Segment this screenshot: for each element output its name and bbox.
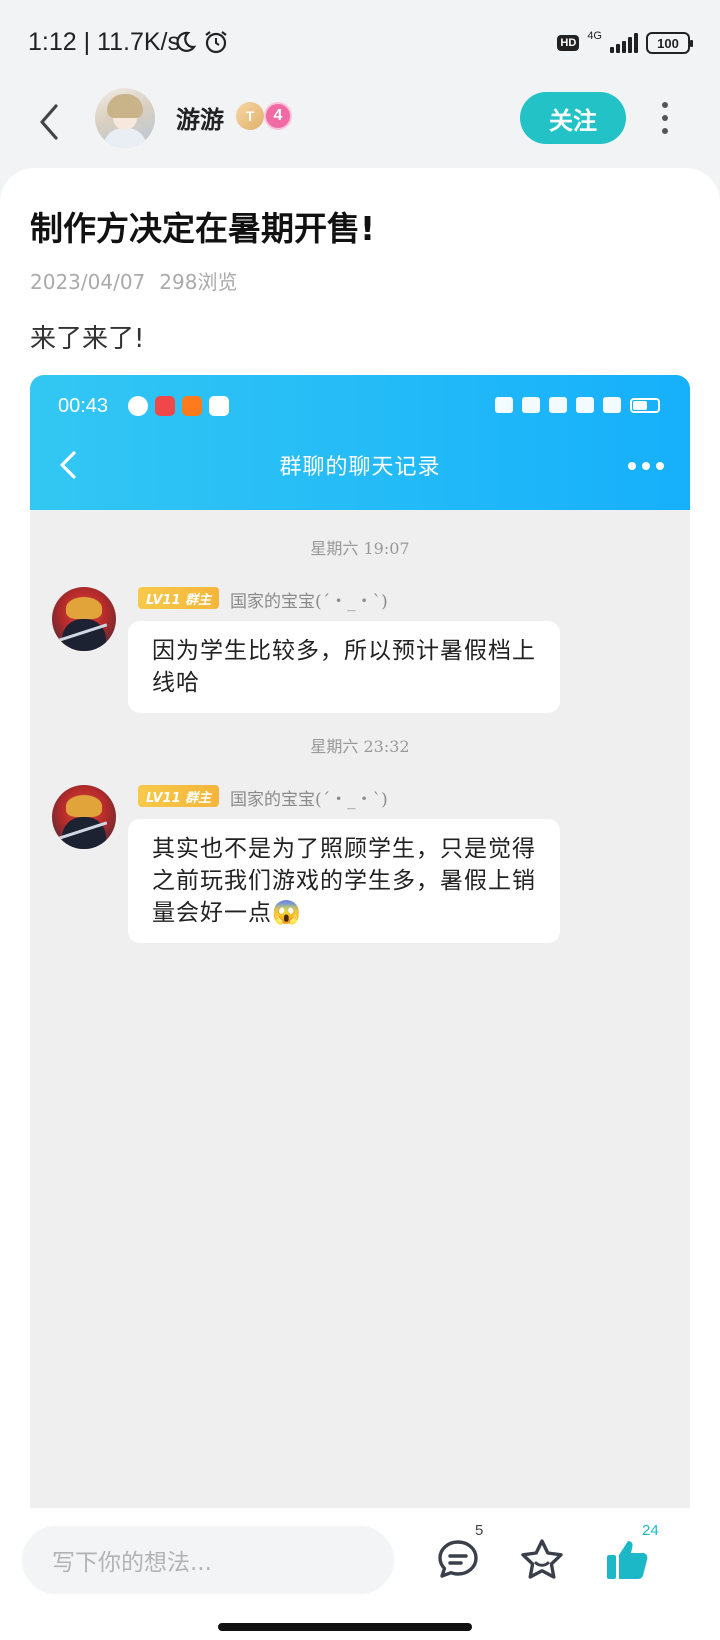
network-label: 4G (587, 30, 602, 42)
status-icons: HD 4G 100 (557, 30, 693, 54)
chat-header: 00:43 群聊的聊天记录 (30, 375, 690, 510)
group-owner-badge: LV11 群主 (138, 785, 220, 807)
chat-bubble: 因为学生比较多，所以预计暑假档上线哈 (128, 621, 560, 713)
image-status-icons (495, 397, 660, 413)
comment-icon[interactable] (434, 1536, 482, 1584)
image-battery-icon (630, 397, 660, 413)
like-count: 24 (642, 1522, 659, 1539)
image-status-time: 00:43 (58, 395, 109, 417)
post-header: 游游 T 4 关注 (0, 86, 720, 176)
status-time: 1:12 | 11.7K/s (28, 28, 180, 56)
bottom-action-bar: 写下你的想法... 5 24 (0, 1508, 720, 1640)
chat-timestamp: 星期六 23:32 (310, 737, 410, 756)
author-avatar[interactable] (95, 88, 155, 148)
sender-avatar (52, 587, 116, 651)
notification-icons (128, 396, 229, 416)
post-date: 2023/04/07 (30, 270, 146, 294)
favorite-star-icon[interactable] (518, 1536, 566, 1584)
signal-icon (610, 33, 638, 53)
moon-icon (176, 31, 197, 52)
post-title: 制作方决定在暑期开售! (30, 209, 376, 248)
hd-icon: HD (557, 35, 580, 51)
sender-avatar (52, 785, 116, 849)
chat-title: 群聊的聊天记录 (279, 455, 441, 480)
post-meta: 2023/04/07 298浏览 (30, 266, 237, 295)
chat-more-icon (628, 462, 664, 470)
tier-badge: T (236, 102, 264, 130)
follow-button[interactable]: 关注 (520, 92, 626, 144)
comment-count: 5 (475, 1522, 484, 1539)
battery-icon: 100 (646, 32, 693, 54)
like-thumb-icon[interactable] (604, 1536, 652, 1584)
sender-name: 国家的宝宝(´・_・`) (230, 790, 388, 810)
chat-bubble: 其实也不是为了照顾学生，只是觉得之前玩我们游戏的学生多，暑假上销量会好一点😱 (128, 819, 560, 943)
post-views: 298浏览 (159, 270, 238, 294)
level-badge: 4 (264, 102, 292, 130)
post-image[interactable]: 00:43 群聊的聊天记录 星期六 19:07 LV11 群主 国家的宝宝(´・… (30, 375, 690, 1508)
author-name[interactable]: 游游 (176, 100, 224, 135)
home-indicator[interactable] (218, 1623, 472, 1631)
back-button[interactable] (30, 100, 70, 144)
status-bar: 1:12 | 11.7K/s HD 4G 100 (0, 0, 720, 86)
more-options-button[interactable] (650, 98, 680, 138)
post-body: 来了来了! (30, 324, 145, 354)
post-card: 制作方决定在暑期开售! 2023/04/07 298浏览 来了来了! 00:43 … (0, 168, 720, 1508)
sender-name: 国家的宝宝(´・_・`) (230, 592, 388, 612)
group-owner-badge: LV11 群主 (138, 587, 220, 609)
comment-input[interactable]: 写下你的想法... (22, 1526, 394, 1594)
chat-timestamp: 星期六 19:07 (310, 539, 410, 558)
alarm-icon (205, 31, 227, 54)
